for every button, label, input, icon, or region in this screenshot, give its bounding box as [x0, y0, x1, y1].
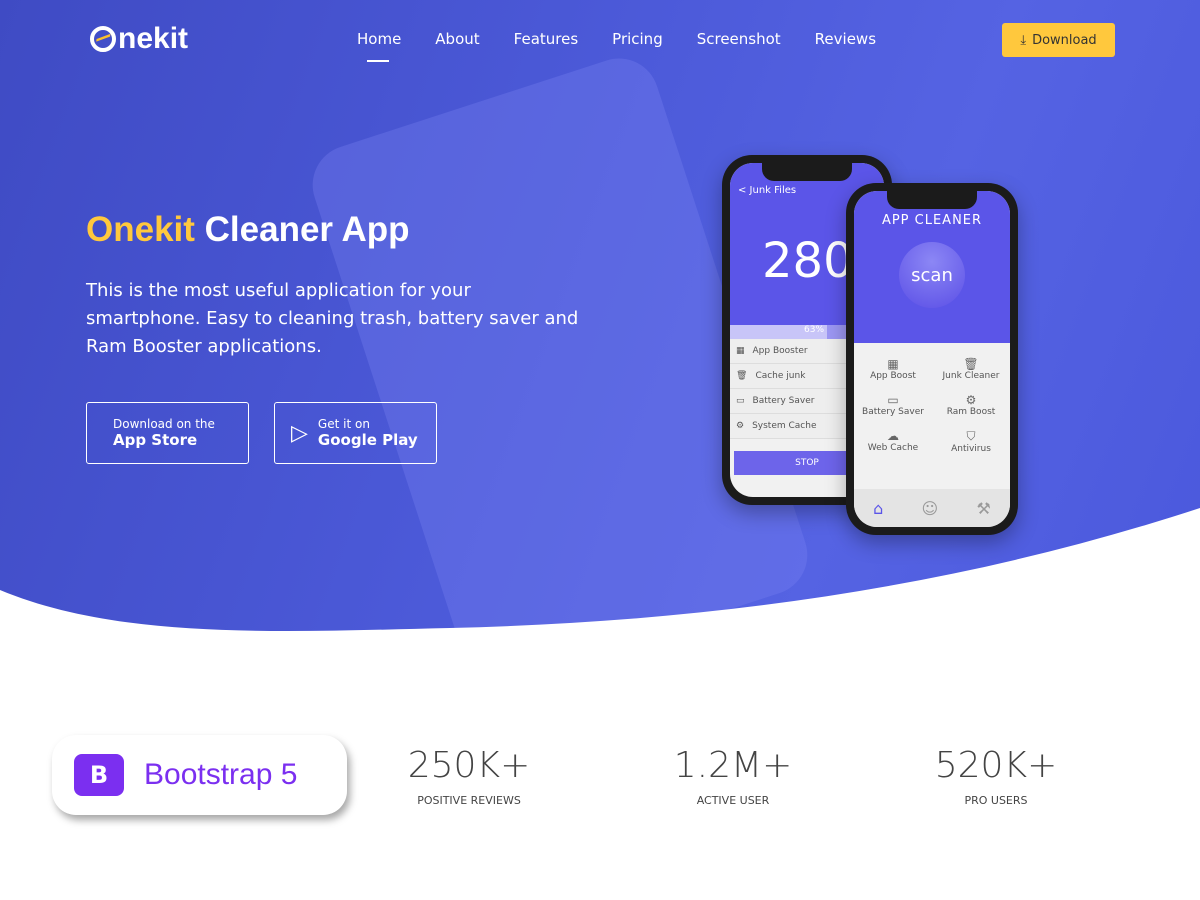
- nav-reviews[interactable]: Reviews: [815, 30, 876, 48]
- grid-item: ⚙ Ram Boost: [946, 393, 996, 417]
- stat-value: 520K+: [934, 745, 1058, 786]
- item-label: App Booster: [752, 346, 808, 356]
- bootstrap-logo: B: [74, 754, 124, 796]
- junk-number: 280: [762, 233, 854, 289]
- bootstrap-text: Bootstrap 5: [144, 758, 298, 791]
- stat-reviews: 250K+ POSITIVE REVIEWS: [369, 745, 569, 807]
- app-store-large: App Store: [113, 431, 198, 449]
- hammer-icon: ⚒: [976, 498, 991, 518]
- grid-item: ⛉ Antivirus: [951, 429, 991, 454]
- nav-screenshot[interactable]: Screenshot: [697, 30, 781, 48]
- nav-about[interactable]: About: [435, 30, 479, 48]
- hero-description: This is the most useful application for …: [86, 280, 579, 357]
- stat-value: 1.2M+: [673, 745, 793, 786]
- stat-active-users: 1.2M+ ACTIVE USER: [633, 745, 833, 807]
- grid-item: ▭ Battery Saver: [862, 393, 924, 417]
- download-label: Download: [1032, 32, 1097, 48]
- item-label: Ram Boost: [946, 407, 996, 417]
- stat-value: 250K+: [407, 745, 531, 786]
- app-store-button[interactable]: Download on the App Store: [86, 402, 249, 464]
- google-play-button[interactable]: ▷ Get it on Google Play: [274, 402, 437, 464]
- play-icon: ▷: [291, 420, 308, 446]
- item-label: System Cache: [752, 421, 817, 431]
- user-icon: ☺: [921, 498, 939, 518]
- grid-item: ▦ App Boost: [870, 357, 916, 381]
- nav-features[interactable]: Features: [514, 30, 579, 48]
- item-label: Cache junk: [755, 371, 806, 381]
- home-icon: ⌂: [873, 498, 884, 518]
- nav-pricing[interactable]: Pricing: [612, 30, 663, 48]
- hero-title: Onekit Cleaner App: [86, 210, 410, 250]
- grid-item: ☁ Web Cache: [867, 429, 919, 453]
- stat-pro-users: 520K+ PRO USERS: [896, 745, 1096, 807]
- logo-icon: [90, 26, 116, 52]
- scan-button[interactable]: scan: [899, 242, 965, 308]
- download-icon: ⤓: [1020, 32, 1027, 48]
- stat-label: POSITIVE REVIEWS: [417, 794, 521, 807]
- item-label: Antivirus: [951, 444, 991, 454]
- download-button[interactable]: ⤓ Download: [1002, 23, 1115, 57]
- nav-home[interactable]: Home: [357, 30, 401, 62]
- logo-text: nekit: [118, 22, 189, 55]
- item-label: Battery Saver: [862, 407, 924, 417]
- grid-item: 🗑 Junk Cleaner: [942, 357, 1000, 381]
- stat-label: ACTIVE USER: [696, 794, 770, 807]
- progress-fill: 63%: [730, 325, 828, 339]
- title-highlight: Onekit: [86, 210, 195, 249]
- stat-label: PRO USERS: [964, 794, 1028, 807]
- title-rest: Cleaner App: [194, 210, 410, 249]
- google-play-large: Google Play: [317, 431, 418, 449]
- google-play-small: Get it on: [317, 417, 370, 431]
- item-label: App Boost: [870, 371, 916, 381]
- item-label: Junk Cleaner: [942, 371, 1000, 381]
- item-label: Web Cache: [867, 443, 919, 453]
- junk-files-header: < Junk Files: [738, 185, 797, 196]
- logo[interactable]: nekit: [90, 22, 188, 56]
- item-label: Battery Saver: [752, 396, 815, 406]
- navbar: nekit Home About Features Pricing Screen…: [0, 22, 1200, 62]
- bootstrap-badge: B Bootstrap 5: [52, 735, 347, 815]
- app-store-small: Download on the: [113, 417, 215, 431]
- phone-app-cleaner: APP CLEANER scan ▦ App Boost 🗑 Junk Cleane…: [846, 183, 1018, 535]
